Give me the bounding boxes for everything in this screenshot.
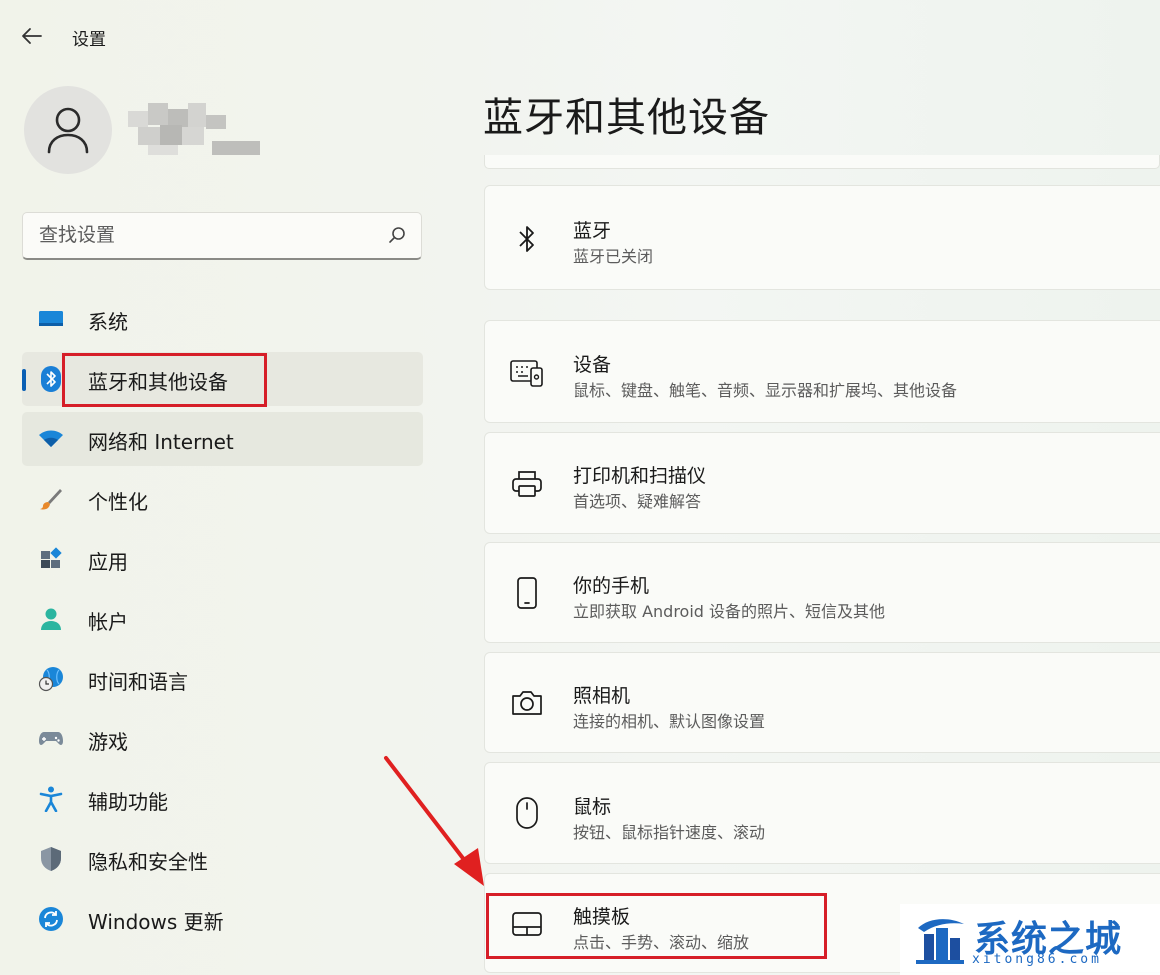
card-camera[interactable]: 照相机 连接的相机、默认图像设置 [484,652,1160,753]
search-input[interactable] [23,213,373,257]
card-subtitle: 按钮、鼠标指针速度、滚动 [573,823,766,842]
sidebar-item-label: 应用 [88,550,128,574]
annotation-arrow-icon [384,756,484,886]
sidebar-item-label: 个性化 [88,490,148,514]
card-title: 你的手机 [573,575,650,597]
card-devices[interactable]: 设备 鼠标、键盘、触笔、音频、显示器和扩展坞、其他设备 [484,320,1160,423]
wifi-icon [38,427,64,451]
avatar[interactable] [24,86,112,174]
card-title: 设备 [573,354,612,376]
card-title: 蓝牙 [573,220,612,242]
card-subtitle: 蓝牙已关闭 [573,247,654,266]
window-title: 设置 [72,30,106,50]
apps-icon [38,547,64,571]
page-title: 蓝牙和其他设备 [483,95,770,141]
card-subtitle: 鼠标、键盘、触笔、音频、显示器和扩展坞、其他设备 [573,381,958,400]
card-title: 照相机 [573,685,631,707]
sidebar-item-windows-update[interactable]: Windows 更新 [22,892,423,946]
sidebar-item-time-language[interactable]: 时间和语言 [22,652,423,706]
update-icon [38,907,64,931]
sidebar-item-label: 隐私和安全性 [88,850,208,874]
title-bar: 设置 [0,0,1160,70]
sidebar-item-bluetooth[interactable]: 蓝牙和其他设备 [22,352,423,407]
bluetooth-icon [509,221,545,257]
watermark-url: xitong86.com [972,952,1102,967]
devices-icon [509,355,545,391]
sidebar-item-personalization[interactable]: 个性化 [22,472,423,526]
card-subtitle: 连接的相机、默认图像设置 [573,712,766,731]
search-icon[interactable] [387,225,407,245]
camera-icon [509,685,545,721]
card-your-phone[interactable]: 你的手机 立即获取 Android 设备的照片、短信及其他 [484,542,1160,643]
sidebar-item-privacy[interactable]: 隐私和安全性 [22,832,423,886]
sidebar-item-label: 系统 [88,310,128,334]
card-subtitle: 首选项、疑难解答 [573,492,702,511]
shield-icon [38,847,64,871]
highlight-box [486,893,827,959]
sidebar-item-accounts[interactable]: 帐户 [22,592,423,646]
printer-icon [509,466,545,502]
sidebar-item-label: Windows 更新 [88,910,224,934]
gamepad-icon [38,727,64,751]
card-printers-scanners[interactable]: 打印机和扫描仪 首选项、疑难解答 [484,432,1160,534]
sidebar-item-network[interactable]: 网络和 Internet [22,412,423,466]
search-box[interactable] [22,212,422,260]
account-icon [38,607,64,631]
back-button[interactable] [18,22,46,50]
card-bluetooth[interactable]: 蓝牙 蓝牙已关闭 [484,185,1160,290]
highlight-box [62,353,267,407]
sidebar-item-label: 游戏 [88,730,128,754]
person-icon [47,107,89,154]
sidebar-item-apps[interactable]: 应用 [22,532,423,586]
card-title: 打印机和扫描仪 [573,465,707,487]
card-title: 鼠标 [573,796,612,818]
watermark: 系统之城 xitong86.com [900,904,1160,975]
sidebar-item-gaming[interactable]: 游戏 [22,712,423,766]
card-subtitle: 立即获取 Android 设备的照片、短信及其他 [573,602,886,621]
phone-icon [509,575,545,611]
brush-icon [38,487,64,511]
sidebar-item-label: 辅助功能 [88,790,168,814]
watermark-logo-icon [916,919,964,964]
accessibility-icon [38,786,64,812]
mouse-icon [509,795,545,831]
monitor-icon [38,307,64,331]
sidebar-nav: 系统 蓝牙和其他设备 网络和 Internet 个性化 应用 帐户 时间和语言 … [22,292,423,952]
card-mouse[interactable]: 鼠标 按钮、鼠标指针速度、滚动 [484,762,1160,864]
bluetooth-icon [38,366,64,392]
sidebar-item-label: 帐户 [88,610,128,634]
selection-indicator [22,369,26,391]
back-arrow-icon [22,28,42,44]
blurred-user-name [128,103,264,159]
sidebar-item-label: 网络和 Internet [88,430,234,454]
sidebar-item-accessibility[interactable]: 辅助功能 [22,772,423,826]
sidebar-item-system[interactable]: 系统 [22,292,423,346]
scrolled-card-edge [484,155,1160,169]
sidebar-item-label: 时间和语言 [88,670,188,694]
globe-clock-icon [38,667,64,692]
